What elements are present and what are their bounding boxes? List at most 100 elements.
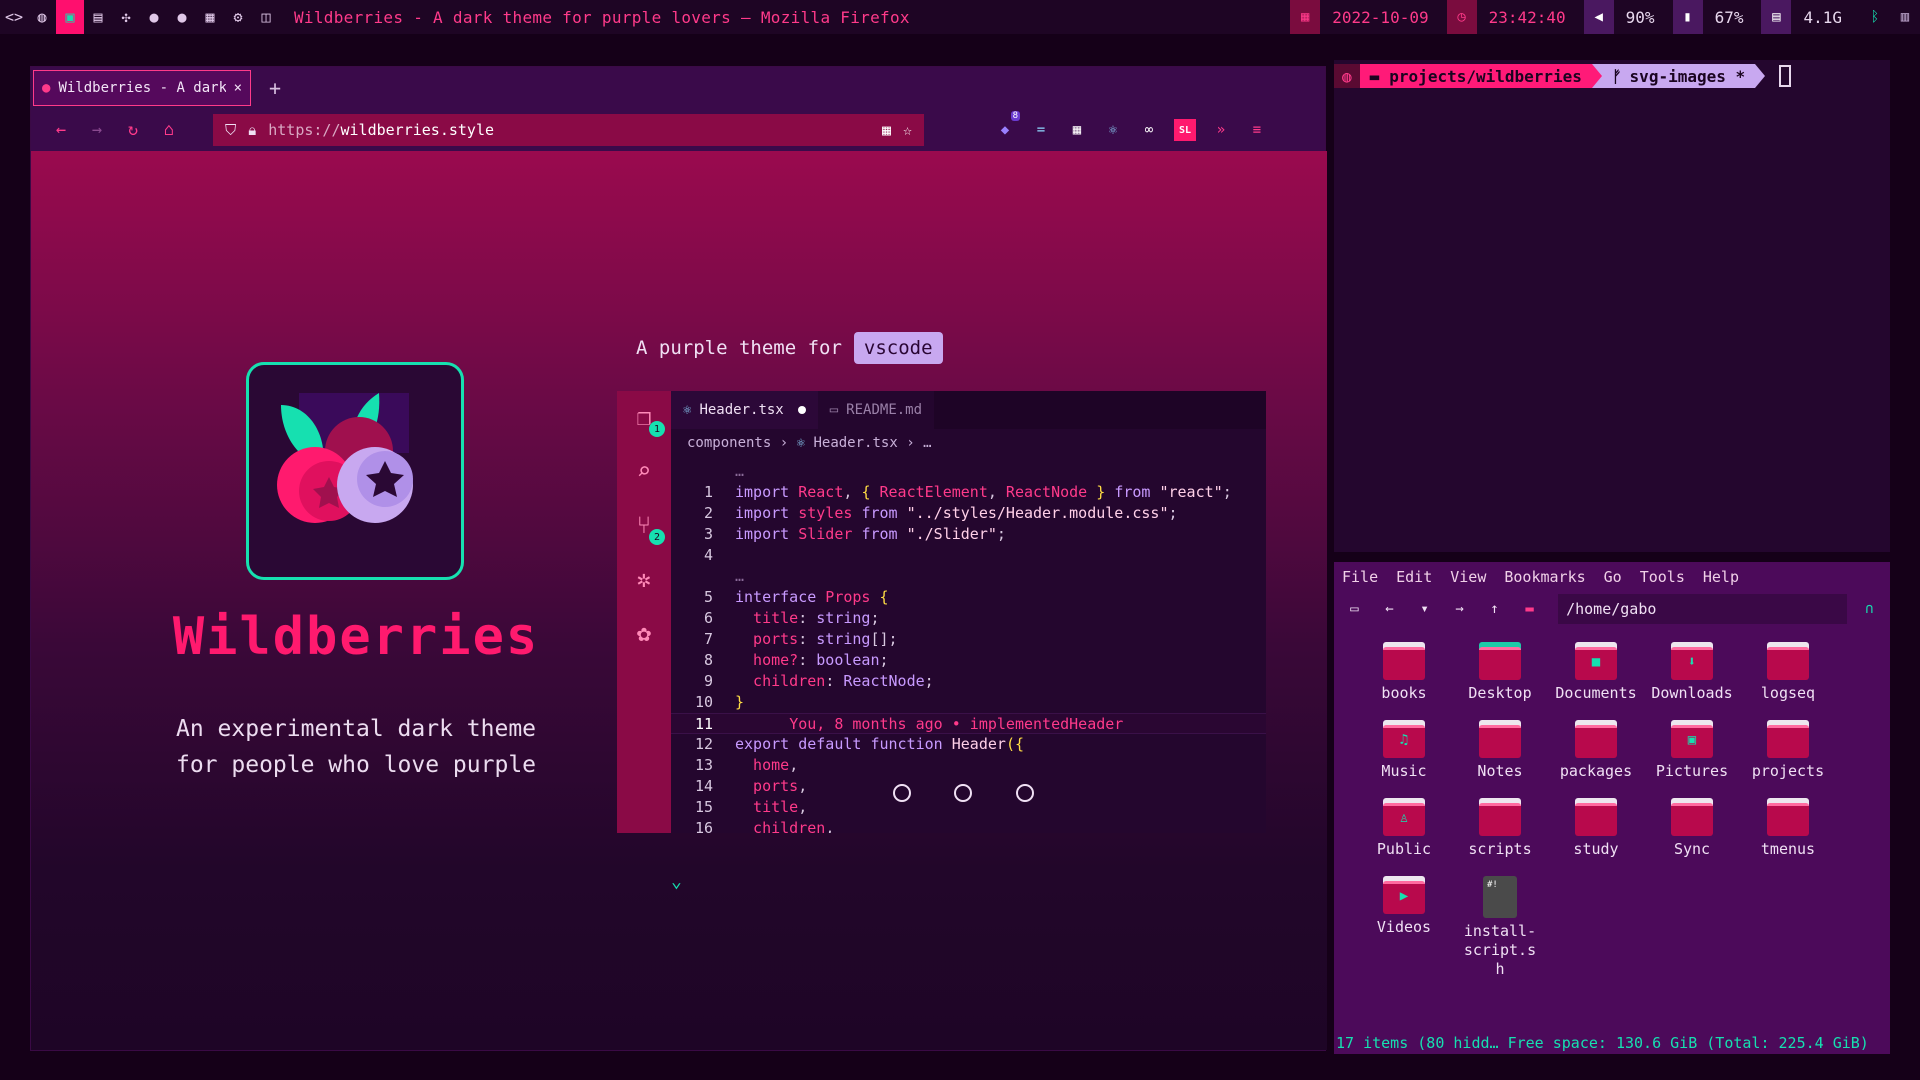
time-text: 23:42:40	[1488, 7, 1566, 27]
apps-icon[interactable]: ✣	[112, 0, 140, 34]
react-devtools-icon[interactable]: ⚛	[1102, 119, 1124, 141]
hamburger-menu-icon[interactable]: ≡	[1246, 119, 1268, 141]
folder-packages[interactable]: packages	[1548, 720, 1644, 781]
close-icon[interactable]: ×	[234, 80, 242, 96]
folder-music[interactable]: ♫ Music	[1356, 720, 1452, 781]
memory-text: 4.1G	[1803, 7, 1842, 27]
menu-bookmarks[interactable]: Bookmarks	[1504, 568, 1585, 586]
menu-help[interactable]: Help	[1703, 568, 1739, 586]
lock-icon[interactable]: 🔒︎	[248, 121, 256, 139]
folder-scripts[interactable]: scripts	[1452, 798, 1548, 859]
layout-icon[interactable]: ◫	[252, 0, 280, 34]
item-label: Music	[1381, 762, 1427, 780]
menu-edit[interactable]: Edit	[1396, 568, 1432, 586]
globe-icon[interactable]: ◍	[28, 0, 56, 34]
volume-module[interactable]: ◀ 90%	[1583, 0, 1673, 34]
showcase-subtitle: A purple theme for vscode	[636, 332, 943, 364]
overflow-chevrons-icon[interactable]: »	[1210, 119, 1232, 141]
home-button[interactable]: ⌂	[151, 120, 187, 140]
menu-tools[interactable]: Tools	[1640, 568, 1685, 586]
menu-file[interactable]: File	[1342, 568, 1378, 586]
folder-tmenus[interactable]: tmenus	[1740, 798, 1836, 859]
code-line: 13 home,	[694, 756, 799, 774]
folder-videos[interactable]: ▶ Videos	[1356, 876, 1452, 979]
extensions-icon[interactable]: ✿	[629, 617, 659, 649]
chat-icon[interactable]: ▤	[84, 0, 112, 34]
folder-logseq[interactable]: logseq	[1740, 642, 1836, 703]
code-area[interactable]: … 1 import React, { ReactElement, ReactNo…	[671, 461, 1266, 833]
glasses-extension-icon[interactable]: ∞	[1138, 119, 1160, 141]
tab-header-tsx[interactable]: ⚛ Header.tsx	[671, 391, 818, 429]
battery-module: ▮ 67%	[1672, 0, 1762, 34]
tab-wildberries[interactable]: ● Wildberries - A dark theme for purple …	[33, 70, 251, 106]
berry-favicon-icon: ●	[42, 80, 51, 96]
files-icon[interactable]: ❐ 1	[629, 401, 665, 437]
tab-readme[interactable]: ▭ README.md	[817, 391, 935, 429]
workspace-browser-icon[interactable]: ▣	[56, 0, 84, 34]
menu-go[interactable]: Go	[1604, 568, 1622, 586]
code-icon[interactable]: <>	[0, 0, 28, 34]
crumb-folder[interactable]: components	[687, 435, 771, 451]
search-icon[interactable]: ⌕	[629, 455, 659, 487]
debug-icon[interactable]: ✲	[629, 563, 659, 595]
back-button[interactable]: ←	[43, 120, 79, 140]
folder-icon	[1767, 642, 1809, 680]
folder-icon	[1479, 642, 1521, 680]
folder-pictures[interactable]: ▣ Pictures	[1644, 720, 1740, 781]
terminal-window[interactable]: ◍ ▬ projects/wildberries ᚠ svg-images *	[1334, 60, 1890, 552]
history-dropdown-icon[interactable]: ▾	[1412, 601, 1437, 617]
folder-notes[interactable]: Notes	[1452, 720, 1548, 781]
source-control-icon[interactable]: ⑂ 2	[629, 509, 665, 545]
folder-sync[interactable]: Sync	[1644, 798, 1740, 859]
sl-extension-icon[interactable]: SL	[1174, 119, 1196, 141]
carousel-dot-3[interactable]	[1016, 784, 1034, 802]
folder-books[interactable]: books	[1356, 642, 1452, 703]
up-icon[interactable]: ↑	[1482, 601, 1507, 617]
window-title: Wildberries - A dark theme for purple lo…	[294, 7, 910, 27]
workspace-dot-icon[interactable]: ●	[140, 0, 168, 34]
folder-public[interactable]: ♙ Public	[1356, 798, 1452, 859]
nav-bar: ← → ↻ ⌂ ⛉ 🔒︎ https://wildberries.style ▦…	[31, 109, 1325, 151]
home-folder-icon[interactable]: ▬	[1517, 601, 1542, 617]
crumb-file[interactable]: Header.tsx	[813, 435, 897, 451]
editor-chip[interactable]: vscode	[853, 332, 943, 364]
folder-documents[interactable]: ■ Documents	[1548, 642, 1644, 703]
folder-study[interactable]: study	[1548, 798, 1644, 859]
bluetooth-icon[interactable]: ᛒ	[1860, 0, 1890, 34]
reload-button[interactable]: ↻	[115, 120, 151, 140]
crumb-more[interactable]: …	[923, 435, 931, 451]
chevron-down-icon[interactable]: ⌄	[671, 871, 682, 892]
gear-icon[interactable]: ⚙	[224, 0, 252, 34]
qr-icon[interactable]: ▦	[882, 121, 891, 139]
extension-badge-count: 8	[1010, 111, 1020, 121]
folder-projects[interactable]: projects	[1740, 720, 1836, 781]
carousel-dot-2[interactable]	[954, 784, 972, 802]
dash-extension-icon[interactable]: =	[1030, 119, 1052, 141]
shield-icon[interactable]: ⛉	[225, 121, 236, 139]
notes-icon[interactable]: ▦	[196, 0, 224, 34]
file-manager-window: File Edit View Bookmarks Go Tools Help ▭…	[1334, 562, 1890, 1054]
bookmark-star-icon[interactable]: ☆	[903, 121, 912, 139]
new-tab-button[interactable]: +	[269, 76, 281, 100]
menu-view[interactable]: View	[1450, 568, 1486, 586]
folder-desktop[interactable]: Desktop	[1452, 642, 1548, 703]
forward-icon[interactable]: →	[1447, 601, 1472, 617]
new-window-icon[interactable]: ▭	[1342, 601, 1367, 617]
url-host: wildberries.style	[340, 121, 495, 139]
file-install-script[interactable]: #! install-script.sh	[1452, 876, 1548, 979]
item-label: Downloads	[1651, 684, 1733, 702]
extension-badge-icon[interactable]: ◆ 8	[994, 111, 1020, 141]
forward-button[interactable]: →	[79, 120, 115, 140]
folder-icon	[1479, 720, 1521, 758]
keyboard-icon[interactable]: ▥	[1890, 0, 1920, 34]
workspace-dot-icon[interactable]: ●	[168, 0, 196, 34]
vscode-preview: ❐ 1 ⌕ ⑂ 2 ✲ ✿ ⚛ Header.tsx ▭ README.md com…	[617, 391, 1266, 833]
refresh-icon[interactable]: ∩	[1857, 601, 1882, 617]
carousel-dot-1[interactable]	[893, 784, 911, 802]
folder-downloads[interactable]: ⬇ Downloads	[1644, 642, 1740, 703]
url-bar[interactable]: ⛉ 🔒︎ https://wildberries.style ▦ ☆	[213, 114, 924, 146]
back-icon[interactable]: ←	[1377, 601, 1402, 617]
activity-bar: ❐ 1 ⌕ ⑂ 2 ✲ ✿	[617, 391, 671, 833]
grid-extension-icon[interactable]: ▦	[1066, 119, 1088, 141]
location-bar[interactable]: /home/gabo	[1558, 594, 1847, 624]
